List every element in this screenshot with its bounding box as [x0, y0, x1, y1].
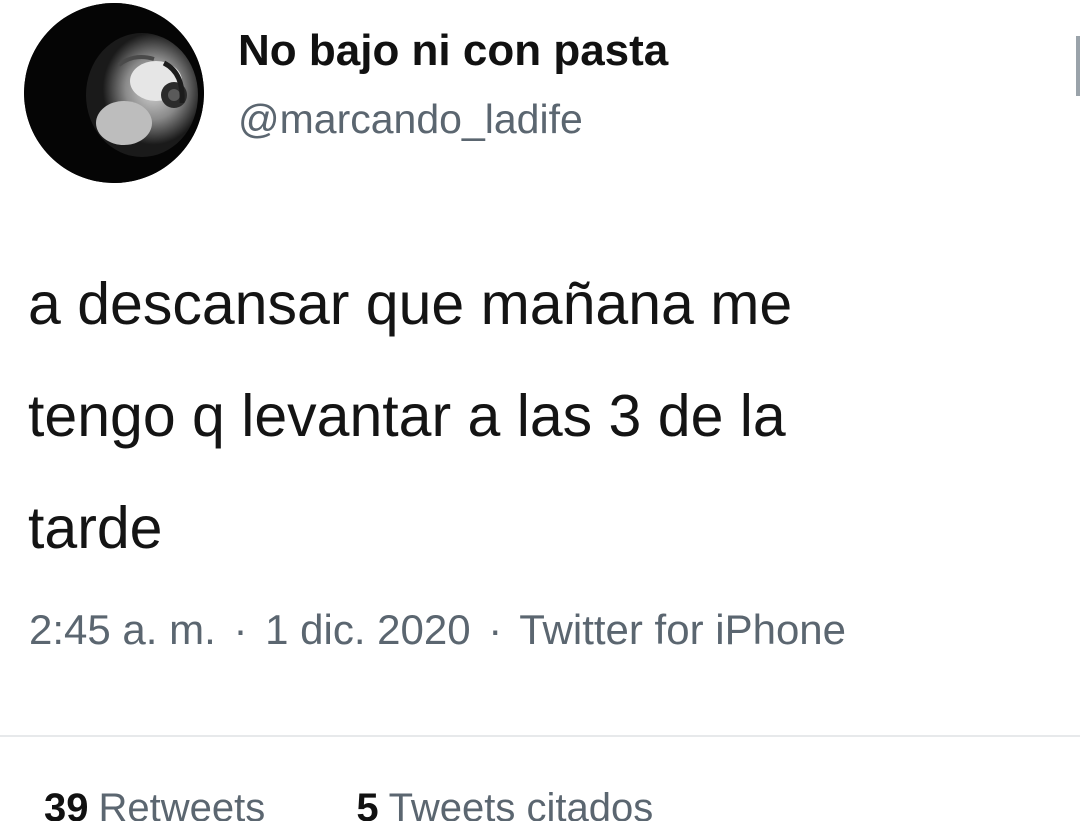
meta-separator: · [233, 606, 248, 653]
divider [0, 735, 1080, 737]
quotes-count: 5 [356, 786, 379, 821]
avatar[interactable] [24, 3, 204, 183]
retweets-stat[interactable]: 39 Retweets [44, 786, 265, 821]
author-handle[interactable]: @marcando_ladife [238, 96, 583, 143]
more-options-icon[interactable] [1066, 36, 1080, 96]
tweet-screenshot: No bajo ni con pasta @marcando_ladife a … [0, 0, 1080, 821]
quotes-stat[interactable]: 5 Tweets citados [356, 786, 653, 821]
tweet-stats: 39 Retweets 5 Tweets citados [44, 786, 733, 821]
meta-separator: · [488, 606, 503, 653]
tweet-header: No bajo ni con pasta @marcando_ladife [0, 0, 1080, 190]
tweet-date[interactable]: 1 dic. 2020 [265, 606, 471, 653]
tweet-metadata: 2:45 a. m. · 1 dic. 2020 · Twitter for i… [29, 606, 846, 654]
retweets-count: 39 [44, 786, 89, 821]
tweet-source[interactable]: Twitter for iPhone [519, 606, 846, 653]
tweet-text: a descansar que mañana me tengo q levant… [28, 271, 793, 561]
avatar-photo-icon [24, 3, 204, 183]
retweets-label: Retweets [98, 786, 266, 821]
tweet-time[interactable]: 2:45 a. m. [29, 606, 216, 653]
quotes-label: Tweets citados [388, 786, 654, 821]
author-display-name[interactable]: No bajo ni con pasta [238, 26, 668, 76]
